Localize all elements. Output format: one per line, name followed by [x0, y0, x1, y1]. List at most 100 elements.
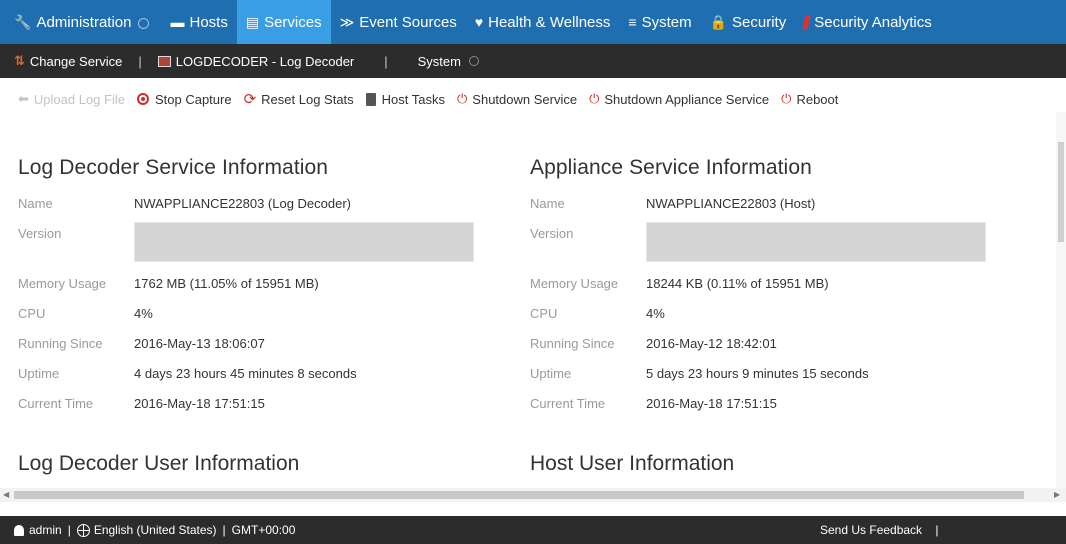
nav-system[interactable]: ≡ System [619, 0, 700, 44]
memory-label: Memory Usage [18, 276, 107, 291]
cpu-label: CPU [530, 306, 558, 321]
chevron-circle-icon [468, 56, 479, 66]
scroll-left-icon[interactable]: ◀ [3, 490, 9, 499]
upload-label: Upload Log File [33, 91, 125, 107]
nav-health-wellness[interactable]: ♥ Health & Wellness [466, 0, 620, 44]
locale-selector[interactable]: English (United States) [94, 523, 217, 537]
user-name[interactable]: admin [29, 523, 62, 537]
nav-hosts-label: Hosts [189, 13, 228, 31]
horizontal-scrollbar[interactable]: ◀ ▶ [0, 488, 1066, 502]
nav-security[interactable]: 🔒 Security [701, 0, 796, 44]
log-decoder-icon [157, 55, 171, 67]
reboot-label: Reboot [796, 91, 839, 107]
service-label: LOGDECODER - Log Decoder [175, 53, 355, 69]
nav-health-label: Health & Wellness [488, 13, 611, 31]
vertical-scroll-thumb[interactable] [1058, 142, 1064, 242]
info-row: Uptime 5 days 23 hours 9 minutes 15 seco… [530, 366, 1030, 396]
info-row: Running Since 2016-May-12 18:42:01 [530, 336, 1030, 366]
service-subbar: ⇅ Change Service | LOGDECODER - Log Deco… [0, 44, 1066, 78]
host-tasks-button[interactable]: Host Tasks [365, 91, 445, 107]
scroll-right-icon[interactable]: ▶ [1054, 490, 1060, 499]
nav-administration[interactable]: 🔧 Administration [0, 0, 161, 44]
nav-hosts[interactable]: ▬ Hosts [161, 0, 236, 44]
upload-log-file-button[interactable]: ⬅ Upload Log File [18, 91, 125, 107]
feedback-area: Send Us Feedback | [820, 523, 945, 537]
info-row: Current Time 2016-May-18 17:51:15 [530, 396, 1030, 426]
log-decoder-title: Log Decoder Service Information [18, 156, 329, 179]
vertical-scrollbar[interactable] [1056, 112, 1066, 488]
shutdown-appliance-label: Shutdown Appliance Service [604, 91, 770, 107]
info-row: Version [530, 222, 1030, 276]
power-icon: ⏻ [781, 91, 792, 106]
info-row: Memory Usage 18244 KB (0.11% of 15951 MB… [530, 276, 1030, 306]
change-service-icon: ⇅ [14, 53, 25, 68]
memory-value: 18244 KB (0.11% of 15951 MB) [646, 276, 829, 291]
info-row: Version [18, 222, 498, 276]
current-time-label: Current Time [18, 396, 94, 411]
stop-capture-label: Stop Capture [154, 91, 232, 107]
divider: | [935, 523, 939, 537]
shutdown-appliance-button[interactable]: ⏻ Shutdown Appliance Service [589, 91, 769, 107]
version-value-redacted [134, 222, 474, 262]
wrench-icon: 🔧 [14, 13, 32, 30]
footer: admin | English (United States) | GMT+00… [0, 516, 1066, 544]
divider: | [384, 53, 388, 69]
current-time-value: 2016-May-18 17:51:15 [134, 396, 265, 411]
stop-capture-button[interactable]: Stop Capture [136, 91, 232, 107]
running-since-label: Running Since [530, 336, 615, 351]
log-decoder-info-panel: Log Decoder Service Information Name NWA… [18, 156, 498, 426]
running-since-value: 2016-May-13 18:06:07 [134, 336, 265, 351]
change-service-label: Change Service [29, 53, 123, 69]
nav-event-sources[interactable]: ≫ Event Sources [331, 0, 466, 44]
divider: | [67, 523, 71, 537]
change-service-button[interactable]: ⇅ Change Service [0, 53, 128, 69]
send-feedback-link[interactable]: Send Us Feedback [820, 523, 922, 537]
nav-services[interactable]: ▤ Services [236, 0, 331, 44]
current-time-value: 2016-May-18 17:51:15 [646, 396, 777, 411]
cpu-value: 4% [646, 306, 665, 321]
system-icon: ≡ [628, 14, 637, 30]
shutdown-service-button[interactable]: ⏻ Shutdown Service [457, 91, 577, 107]
stop-capture-icon [136, 93, 149, 105]
main-content: Log Decoder Service Information Name NWA… [0, 112, 1056, 488]
service-selector[interactable]: LOGDECODER - Log Decoder [152, 54, 360, 69]
heart-icon: ♥ [474, 14, 484, 30]
power-icon: ⏻ [457, 91, 468, 106]
info-row: Current Time 2016-May-18 17:51:15 [18, 396, 498, 426]
lock-icon: 🔒 [709, 13, 728, 30]
cpu-value: 4% [134, 306, 153, 321]
host-tasks-icon [365, 92, 376, 106]
name-value: NWAPPLIANCE22803 (Host) [646, 196, 816, 211]
info-row: Running Since 2016-May-13 18:06:07 [18, 336, 498, 366]
reset-icon: ⟳ [243, 91, 257, 108]
timezone-label: GMT+00:00 [231, 523, 296, 537]
uptime-value: 5 days 23 hours 9 minutes 15 seconds [646, 366, 869, 381]
uptime-label: Uptime [530, 366, 572, 381]
info-row: CPU 4% [18, 306, 498, 336]
nav-system-label: System [641, 13, 692, 31]
appliance-title: Appliance Service Information [530, 156, 812, 179]
nav-security-analytics[interactable]: Security Analytics [795, 0, 941, 44]
host-tasks-label: Host Tasks [381, 91, 445, 107]
reset-log-stats-button[interactable]: ⟳ Reset Log Stats [244, 90, 354, 108]
view-selector[interactable]: System [412, 54, 485, 69]
horizontal-scroll-thumb[interactable] [14, 491, 1024, 499]
rss-icon: ≫ [339, 13, 355, 30]
version-label: Version [18, 226, 62, 241]
info-row: Uptime 4 days 23 hours 45 minutes 8 seco… [18, 366, 498, 396]
services-icon: ▤ [245, 13, 260, 30]
name-label: Name [18, 196, 53, 211]
top-nav: 🔧 Administration ▬ Hosts ▤ Services ≫ Ev… [0, 0, 1066, 44]
cpu-label: CPU [18, 306, 46, 321]
reboot-button[interactable]: ⏻ Reboot [781, 91, 838, 107]
security-analytics-icon [802, 15, 811, 29]
nav-services-label: Services [264, 13, 322, 31]
uptime-value: 4 days 23 hours 45 minutes 8 seconds [134, 366, 357, 381]
version-label: Version [530, 226, 574, 241]
nav-security-label: Security [732, 13, 787, 31]
user-icon [14, 524, 24, 536]
toolbar: ⬅ Upload Log File Stop Capture ⟳ Reset L… [0, 88, 1066, 110]
appliance-info-panel: Appliance Service Information Name NWAPP… [530, 156, 1030, 426]
chevron-circle-icon [138, 17, 150, 29]
nav-event-sources-label: Event Sources [359, 13, 457, 31]
